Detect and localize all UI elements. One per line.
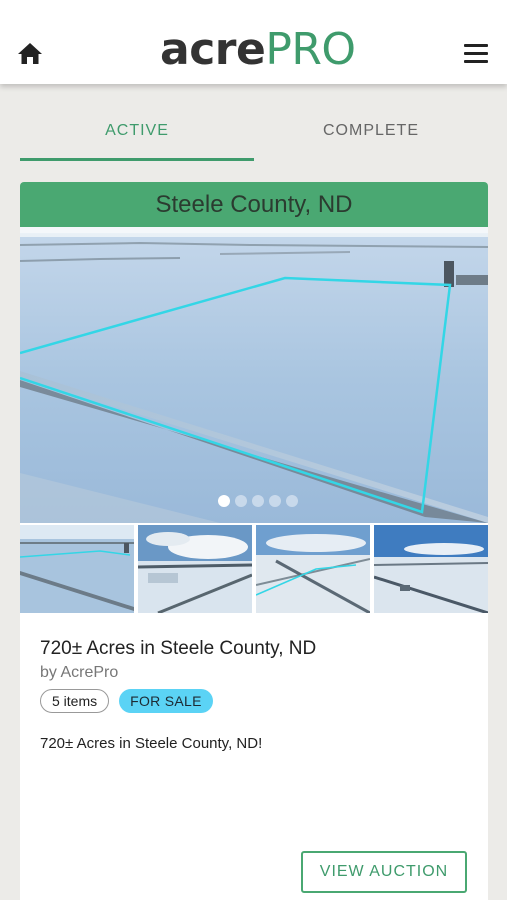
listing-card: Steele County, ND 720± Acres in Steele C… <box>20 182 488 900</box>
thumbnail-3[interactable] <box>256 525 370 613</box>
menu-line <box>464 52 488 55</box>
home-icon <box>18 43 42 64</box>
thumbnail-photo <box>256 525 370 613</box>
status-badge: FOR SALE <box>119 689 213 713</box>
snowy-field-photo <box>20 227 488 523</box>
listing-badges: 5 items FOR SALE <box>40 689 213 713</box>
carousel-dot[interactable] <box>269 495 281 507</box>
carousel-dot[interactable] <box>252 495 264 507</box>
listing-hero-image[interactable] <box>20 227 488 523</box>
thumbnail-photo <box>138 525 252 613</box>
thumbnail-photo <box>374 525 488 613</box>
tab-complete[interactable]: COMPLETE <box>254 100 488 162</box>
active-tab-indicator <box>20 158 254 161</box>
listing-seller: by AcrePro <box>40 664 119 681</box>
thumbnail-photo <box>20 525 134 613</box>
thumbnail-2[interactable] <box>138 525 252 613</box>
carousel-dot[interactable] <box>286 495 298 507</box>
carousel-dots <box>20 495 488 507</box>
items-count-badge: 5 items <box>40 689 110 713</box>
thumbnail-4[interactable] <box>374 525 488 613</box>
top-app-bar: acrePRO <box>0 0 507 84</box>
listing-location-header: Steele County, ND <box>20 182 488 227</box>
logo-text-pro: PRO <box>265 24 356 75</box>
carousel-dot[interactable] <box>218 495 230 507</box>
menu-line <box>464 44 488 47</box>
thumbnail-strip <box>20 523 488 615</box>
home-button[interactable] <box>16 40 46 68</box>
hamburger-menu-icon[interactable] <box>464 44 492 66</box>
acrepro-logo[interactable]: acrePRO <box>160 26 356 74</box>
carousel-dot[interactable] <box>235 495 247 507</box>
listing-description: 720± Acres in Steele County, ND! <box>40 735 263 752</box>
thumbnail-1[interactable] <box>20 525 134 613</box>
menu-line <box>464 60 488 63</box>
view-auction-button[interactable]: VIEW AUCTION <box>301 851 467 893</box>
logo-text-acre: acre <box>160 24 266 75</box>
auction-tabs: ACTIVE COMPLETE <box>20 100 488 162</box>
listing-title[interactable]: 720± Acres in Steele County, ND <box>40 638 316 660</box>
tab-active[interactable]: ACTIVE <box>20 100 254 162</box>
